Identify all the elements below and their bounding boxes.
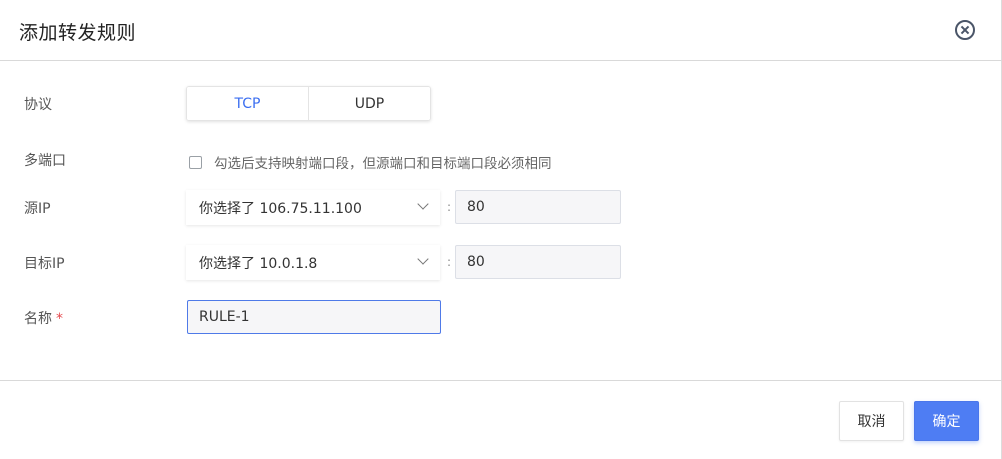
name-label-text: 名称 [24, 311, 52, 327]
rule-name-input[interactable]: RULE-1 [187, 300, 441, 334]
source-ip-select[interactable]: 你选择了 106.75.11.100 [186, 190, 440, 225]
source-ip-selected-value: 你选择了 106.75.11.100 [199, 200, 362, 217]
dialog-header: 添加转发规则 [0, 0, 1002, 61]
source-port-input[interactable]: 80 [455, 190, 621, 224]
target-ip-selected-value: 你选择了 10.0.1.8 [199, 255, 318, 272]
chevron-down-icon [417, 253, 429, 265]
multi-port-checkbox[interactable] [189, 155, 202, 169]
target-ip-select[interactable]: 你选择了 10.0.1.8 [186, 245, 440, 280]
confirm-button[interactable]: 确定 [914, 401, 979, 441]
target-port-separator: : [447, 255, 452, 269]
source-port-separator: : [447, 200, 452, 214]
chevron-down-icon [417, 198, 429, 210]
target-ip-label: 目标IP [24, 256, 65, 272]
name-label: 名称 * [24, 308, 63, 328]
add-forward-rule-dialog: 添加转发规则 协议 TCP UDP 多端口 勾选后支持映射端口段，但源端口和目标… [0, 0, 1002, 459]
multi-port-label: 多端口 [24, 153, 66, 169]
protocol-option-udp[interactable]: UDP [308, 87, 430, 120]
dialog-title: 添加转发规则 [19, 22, 137, 44]
cancel-button[interactable]: 取消 [839, 401, 904, 441]
multi-port-row: 勾选后支持映射端口段，但源端口和目标端口段必须相同 [189, 152, 552, 172]
required-mark: * [56, 311, 63, 327]
target-port-input[interactable]: 80 [455, 245, 621, 279]
protocol-segmented-control: TCP UDP [186, 86, 431, 121]
source-ip-label: 源IP [24, 201, 51, 217]
multi-port-hint: 勾选后支持映射端口段，但源端口和目标端口段必须相同 [214, 156, 552, 172]
protocol-label: 协议 [24, 97, 52, 113]
close-circle-icon[interactable] [955, 20, 975, 40]
protocol-option-tcp[interactable]: TCP [187, 87, 308, 120]
dialog-footer: 取消 确定 [0, 380, 1002, 459]
